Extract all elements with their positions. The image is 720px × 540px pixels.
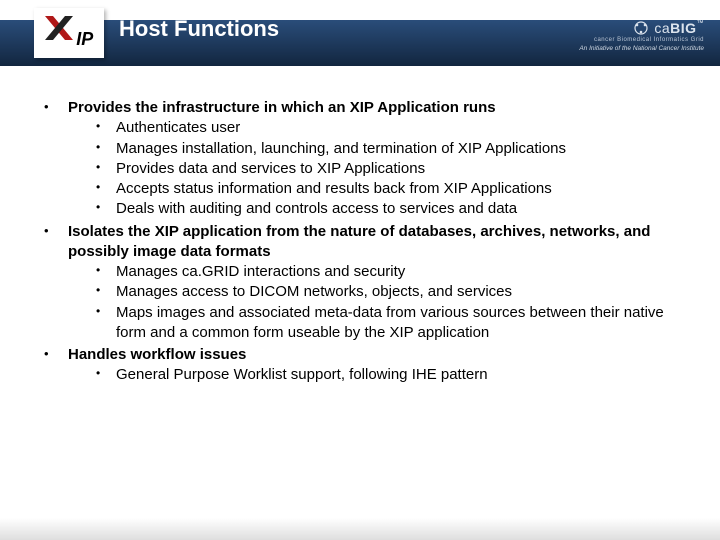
sub-list: Authenticates user Manages installation,… [86,118,680,219]
brand-subtitle: cancer Biomedical Informatics Grid [579,37,704,43]
xip-logo: IP [34,8,104,58]
bullet-lead: Provides the infrastructure in which an … [68,99,496,116]
sub-item: Provides data and services to XIP Applic… [86,159,680,179]
brand-tagline: An Initiative of the National Cancer Ins… [579,45,704,52]
sub-item: Authenticates user [86,118,680,138]
sub-item: Accepts status information and results b… [86,179,680,199]
bullet-lead: Handles workflow issues [68,346,246,363]
content-area: Provides the infrastructure in which an … [40,98,680,388]
sub-item: Manages ca.GRID interactions and securit… [86,262,680,282]
slide: IP Host Functions caBIG™ cancer Biomedic… [0,0,720,540]
brand-block: caBIG™ cancer Biomedical Informatics Gri… [579,20,704,52]
footer-gradient [0,518,720,540]
list-item: Handles workflow issues General Purpose … [40,345,680,386]
brand-main: BIG [670,20,696,36]
sub-item: General Purpose Worklist support, follow… [86,365,680,385]
list-item: Isolates the XIP application from the na… [40,222,680,344]
sub-list: Manages ca.GRID interactions and securit… [86,262,680,343]
bullet-lead: Isolates the XIP application from the na… [68,223,650,260]
sub-item: Manages installation, launching, and ter… [86,139,680,159]
brand-logo: caBIG™ cancer Biomedical Informatics Gri… [579,20,704,43]
sub-item: Deals with auditing and controls access … [86,199,680,219]
slide-title: Host Functions [119,16,279,42]
x-icon [45,16,73,44]
sub-item: Manages access to DICOM networks, object… [86,282,680,302]
brand-tm: ™ [697,20,705,27]
brand-prefix: ca [654,20,670,36]
logo-ip-text: IP [76,29,93,49]
sub-list: General Purpose Worklist support, follow… [86,365,680,385]
bullet-list: Provides the infrastructure in which an … [40,98,680,386]
list-item: Provides the infrastructure in which an … [40,98,680,220]
slide-header: IP Host Functions caBIG™ cancer Biomedic… [0,0,720,70]
sub-item: Maps images and associated meta-data fro… [86,303,680,344]
